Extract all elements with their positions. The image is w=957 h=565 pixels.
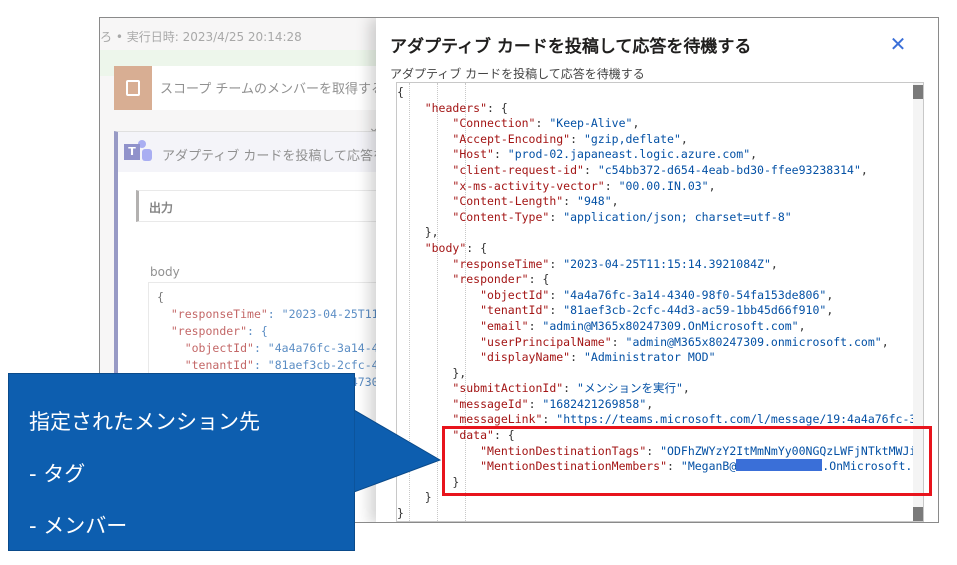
panel-subtitle: アダプティブ カードを投稿して応答を待機する (390, 67, 645, 81)
json-line: "x-ms-activity-vector": "00.00.IN.03", (452, 178, 716, 193)
json-line: "displayName": "Administrator MOD" (480, 350, 716, 365)
json-line: "client-request-id": "c54bb372-d654-4eab… (452, 162, 868, 177)
json-line: "Accept-Encoding": "gzip,deflate", (452, 131, 688, 146)
json-line: }, (397, 225, 439, 240)
panel-title: アダプティブ カードを投稿して応答を待機する (390, 37, 752, 57)
json-line: "userPrincipalName": "admin@M365x8024730… (480, 334, 889, 349)
json-line: "headers": { (424, 100, 508, 115)
json-line: "responder": { (452, 272, 550, 287)
json-line: "submitActionId": "メンションを実行", (452, 381, 690, 396)
json-line: } (397, 506, 404, 521)
json-line: "messageId": "1682421269858", (452, 396, 654, 411)
json-line: "Content-Type": "application/json; chars… (452, 209, 792, 224)
json-line: "body": { (424, 240, 488, 255)
close-button[interactable]: ✕ (888, 34, 908, 54)
json-line: "responseTime": "2023-04-25T11:15:14.392… (452, 256, 778, 271)
json-line: "objectId": "4a4a76fc-3a14-4340-98f0-54f… (480, 287, 834, 302)
highlight-box (442, 426, 932, 496)
json-line: "tenantId": "81aef3cb-2cfc-44d3-ac59-1bb… (480, 303, 834, 318)
json-line: { (397, 85, 404, 99)
json-line: "Host": "prod-02.japaneast.logic.azure.c… (452, 147, 758, 162)
callout-line-3: - メンバー (29, 514, 128, 538)
scrollbar-thumb[interactable] (913, 85, 923, 99)
callout-line-1: 指定されたメンション先 (29, 410, 260, 434)
annotation-callout: 指定されたメンション先 - タグ - メンバー (8, 373, 355, 551)
callout-arrow (354, 410, 442, 493)
json-line: "email": "admin@M365x80247309.OnMicrosof… (480, 318, 806, 333)
scrollbar-end[interactable] (913, 507, 923, 521)
json-line: "Content-Length": "948", (452, 194, 619, 209)
callout-line-2: - タグ (29, 462, 86, 486)
json-line: "Connection": "Keep-Alive", (452, 116, 640, 131)
json-line: }, (397, 365, 467, 380)
